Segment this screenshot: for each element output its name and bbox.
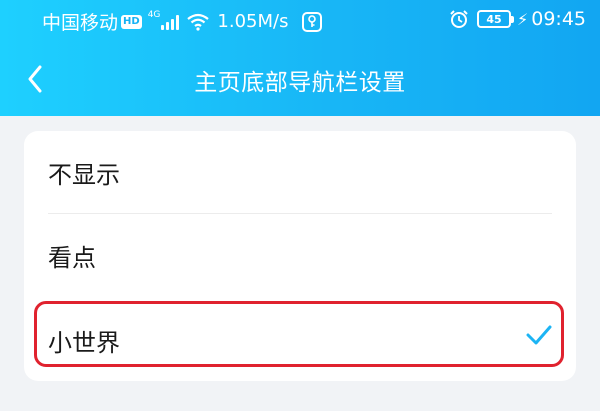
checkmark-icon [526, 325, 552, 345]
option-label: 看点 [48, 244, 96, 272]
options-card: 不显示 看点 小世界 [24, 131, 576, 381]
charging-icon: ⚡ [517, 9, 529, 29]
option-label: 不显示 [48, 161, 120, 189]
hd-badge: HD [121, 14, 142, 29]
wifi-icon [187, 13, 210, 31]
clock: 09:45 [531, 8, 586, 30]
status-right: 45 ⚡ 09:45 [449, 8, 586, 30]
option-small-world[interactable]: 小世界 [24, 297, 576, 379]
status-bar: 中国移动 HD 4G 1.05M/s 45 ⚡ 09:45 [0, 0, 600, 40]
signal-icon [161, 14, 180, 30]
app-header: 中国移动 HD 4G 1.05M/s 45 ⚡ 09:45 主页底部导航栏设置 [0, 0, 600, 116]
status-left: 中国移动 HD 4G 1.05M/s [42, 8, 323, 35]
vpn-key-icon [302, 11, 323, 32]
network-type: 4G [147, 9, 161, 20]
battery-icon: 45 [477, 10, 514, 28]
alarm-icon [450, 10, 468, 28]
nav-bar: 主页底部导航栏设置 [0, 52, 600, 108]
network-speed: 1.05M/s [217, 11, 289, 32]
option-kandian[interactable]: 看点 [24, 214, 576, 296]
carrier-name: 中国移动 [42, 12, 119, 34]
page-title: 主页底部导航栏设置 [194, 70, 406, 96]
option-hide[interactable]: 不显示 [24, 131, 576, 213]
option-label: 小世界 [48, 329, 120, 357]
